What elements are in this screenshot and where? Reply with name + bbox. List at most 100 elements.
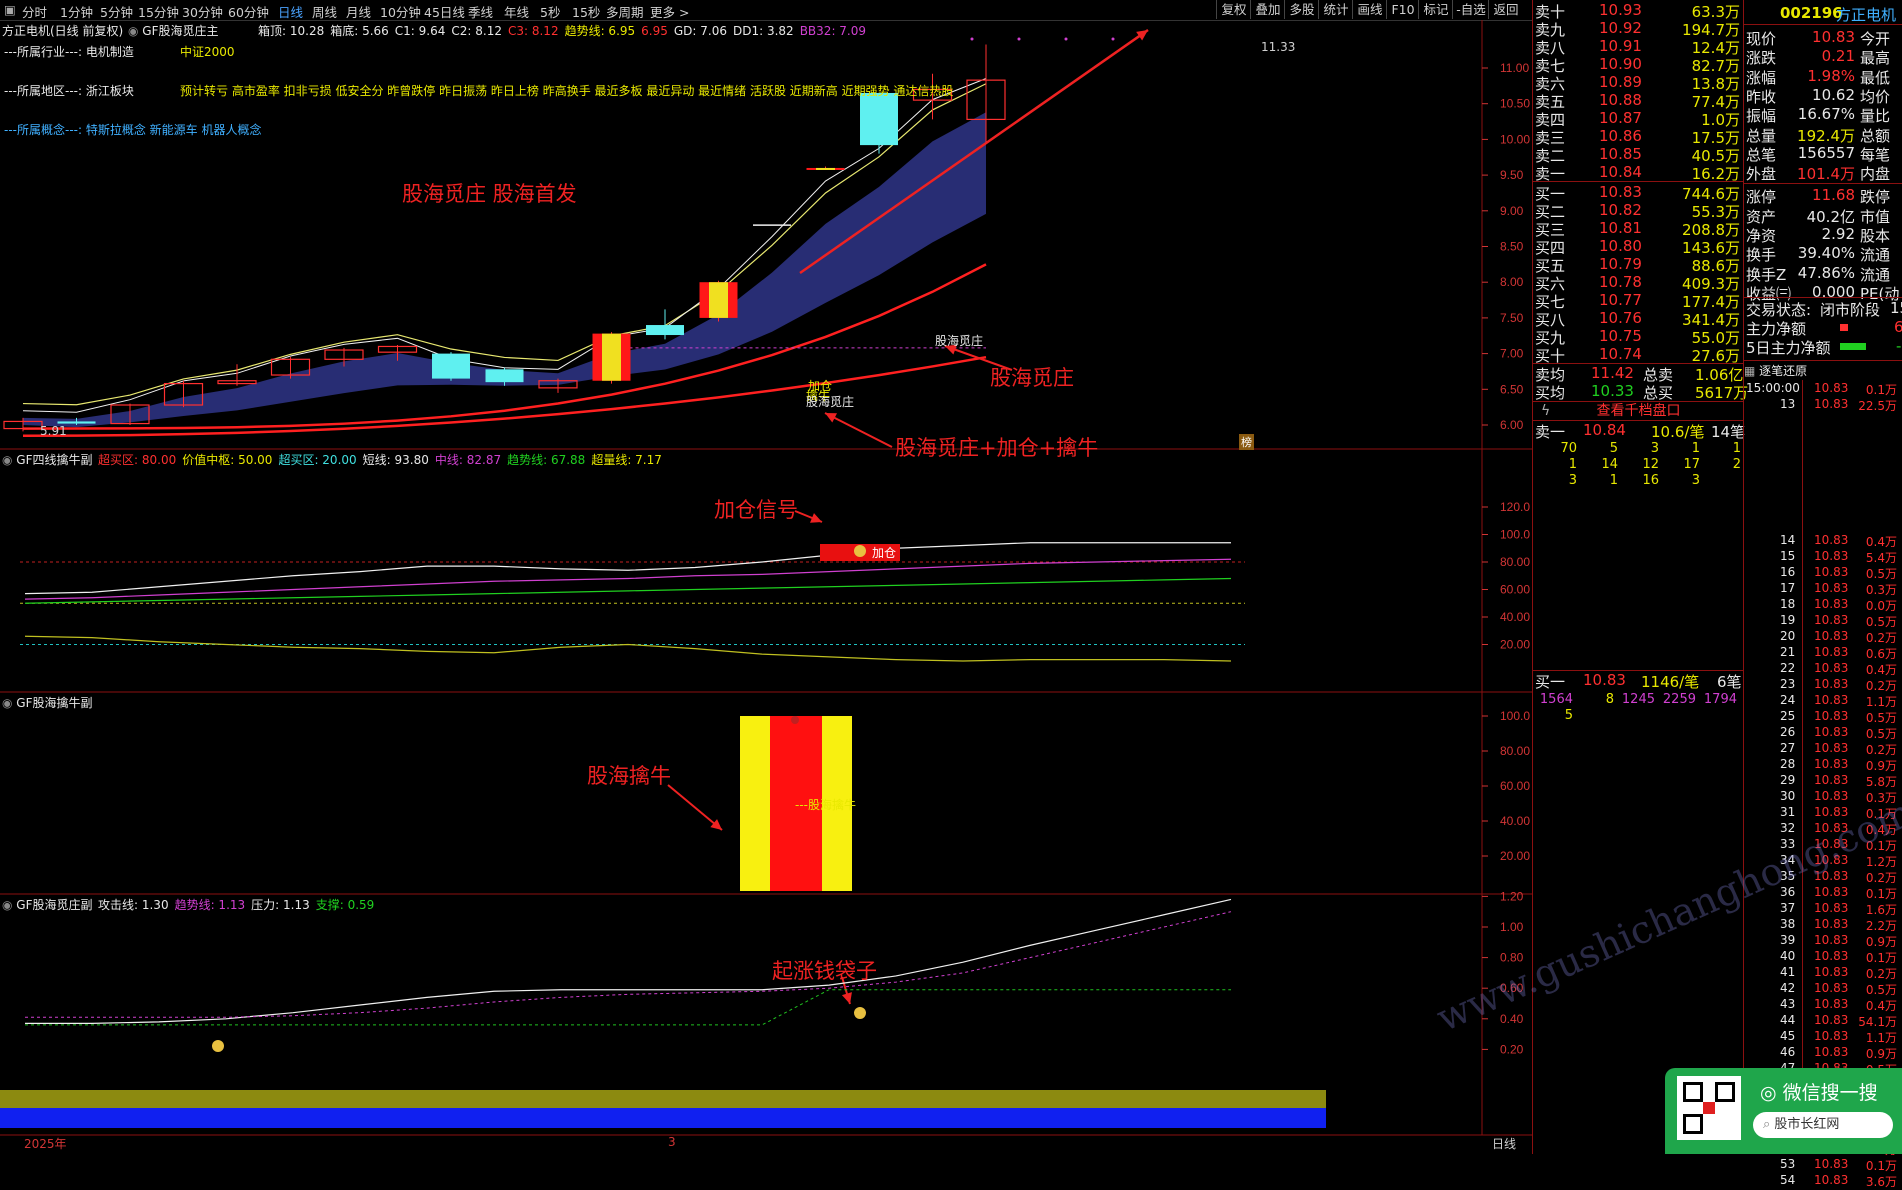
indicator-value-3: 支撑: 0.59 xyxy=(315,898,375,912)
period-tab-10[interactable]: 45日线 xyxy=(424,2,465,21)
toolbar-button-5[interactable]: F10 xyxy=(1386,0,1419,19)
stock-code: 002196 xyxy=(1780,4,1843,22)
row-price: 10.88 xyxy=(1599,91,1642,109)
toolbar-button-1[interactable]: 叠加 xyxy=(1250,0,1285,19)
tick-time: 22 xyxy=(1780,661,1796,675)
period-tab-12[interactable]: 年线 xyxy=(504,2,529,21)
period-tab-5[interactable]: 60分钟 xyxy=(228,2,269,21)
app-menu-icon[interactable]: ▣ xyxy=(4,2,16,17)
bid-row[interactable]: 买六 10.78 409.3万 xyxy=(1533,273,1744,293)
tick-time: 31 xyxy=(1780,805,1796,819)
bid-row[interactable]: 买八 10.76 341.4万 xyxy=(1533,309,1744,329)
promo-banner[interactable]: ◎ 微信搜一搜 ⌕ 股市长红网 xyxy=(1665,1068,1902,1154)
tick-price: 10.83 xyxy=(1814,597,1849,611)
tick-row: 53 10.83 0.1万 xyxy=(1744,1157,1902,1173)
info-label-2: 股本 xyxy=(1860,227,1891,245)
buy1-queue-cell: 5 xyxy=(1564,708,1573,723)
ask-row[interactable]: 卖十 10.93 63.3万 xyxy=(1533,1,1744,21)
tick-header[interactable]: ▦ 逐笔还原 xyxy=(1744,362,1902,379)
period-tab-13[interactable]: 5秒 xyxy=(540,2,560,21)
period-tab-9[interactable]: 10分钟 xyxy=(380,2,421,21)
period-tab-11[interactable]: 季线 xyxy=(468,2,493,21)
toolbar-button-4[interactable]: 画线 xyxy=(1352,0,1387,19)
tick-time: 37 xyxy=(1780,901,1796,915)
period-tab-6[interactable]: 日线 xyxy=(278,2,303,21)
toolbar-button-2[interactable]: 多股 xyxy=(1284,0,1319,19)
period-tab-2[interactable]: 5分钟 xyxy=(100,2,133,21)
pane2-tag: 加仓 xyxy=(872,546,897,560)
period-tab[interactable]: 日线 xyxy=(1492,1135,1516,1152)
tick-volume: 0.6万 xyxy=(1865,647,1897,661)
bid-row[interactable]: 买七 10.77 177.4万 xyxy=(1533,291,1744,311)
stock-name: 方正电机 xyxy=(1836,6,1897,24)
row-price: 10.90 xyxy=(1599,55,1642,73)
indicator-value-2: 压力: 1.13 xyxy=(251,898,310,912)
ask-row[interactable]: 卖一 10.84 16.2万 xyxy=(1533,163,1744,183)
tick-time: 42 xyxy=(1780,981,1796,995)
period-tab-15[interactable]: 多周期 xyxy=(606,2,644,21)
tick-row: 20 10.83 0.2万 xyxy=(1744,629,1902,645)
top-marker-dot xyxy=(1017,37,1021,41)
period-tab-0[interactable]: 分时 xyxy=(22,2,47,21)
toolbar-button-0[interactable]: 复权 xyxy=(1216,0,1251,19)
bid-row[interactable]: 买九 10.75 55.0万 xyxy=(1533,327,1744,347)
promo-name-box[interactable]: ⌕ 股市长红网 xyxy=(1753,1112,1893,1138)
bid-row[interactable]: 买四 10.80 143.6万 xyxy=(1533,237,1744,257)
attack-line xyxy=(25,898,1232,1024)
pane3-tick-label: 60.00 xyxy=(1500,779,1530,793)
ask-row[interactable]: 卖九 10.92 194.7万 xyxy=(1533,19,1744,39)
toolbar-button-8[interactable]: 返回 xyxy=(1488,0,1523,19)
info-label-2: 流通 xyxy=(1860,246,1891,265)
period-tab-14[interactable]: 15秒 xyxy=(572,2,600,21)
ask-row[interactable]: 卖八 10.91 12.4万 xyxy=(1533,37,1744,57)
tick-time: 38 xyxy=(1780,917,1796,931)
indicator-value-2: C1: 9.64 xyxy=(394,24,446,38)
tick-price: 10.83 xyxy=(1814,1045,1849,1059)
ask-row[interactable]: 卖三 10.86 17.5万 xyxy=(1533,127,1744,147)
pane2-short-line xyxy=(24,542,1231,595)
period-tab-8[interactable]: 月线 xyxy=(346,2,371,21)
period-tab-4[interactable]: 30分钟 xyxy=(182,2,223,21)
buy1-queue-cell: 1794 xyxy=(1703,692,1737,707)
ask-row[interactable]: 卖二 10.85 40.5万 xyxy=(1533,145,1744,165)
bid-row[interactable]: 买一 10.83 744.6万 xyxy=(1533,183,1744,203)
buy1-label: 买一 xyxy=(1535,673,1566,691)
toolbar-button-3[interactable]: 统计 xyxy=(1318,0,1353,19)
bid-row[interactable]: 买十 10.74 27.6万 xyxy=(1533,345,1744,365)
row-price: 10.89 xyxy=(1599,73,1642,91)
bid-row[interactable]: 买二 10.82 55.3万 xyxy=(1533,201,1744,221)
ask-row[interactable]: 卖六 10.89 13.8万 xyxy=(1533,73,1744,93)
tick-price: 10.83 xyxy=(1814,565,1849,579)
bid-row[interactable]: 买五 10.79 88.6万 xyxy=(1533,255,1744,275)
toolbar-button-6[interactable]: 标记 xyxy=(1418,0,1453,19)
y-tick-label: 9.50 xyxy=(1500,168,1524,182)
tick-row: 26 10.83 0.5万 xyxy=(1744,725,1902,741)
y-tick-label: 9.00 xyxy=(1500,204,1524,218)
tick-price: 10.83 xyxy=(1814,381,1849,395)
bang-badge[interactable]: 榜 xyxy=(1239,434,1254,450)
tick-price: 10.83 xyxy=(1814,645,1849,659)
tick-row: 23 10.83 0.2万 xyxy=(1744,677,1902,693)
period-tab-1[interactable]: 1分钟 xyxy=(60,2,93,21)
sell1-queue-cell: 3 xyxy=(1691,473,1700,488)
period-tab-16[interactable]: 更多 > xyxy=(650,2,689,21)
ask-row[interactable]: 卖四 10.87 1.0万 xyxy=(1533,109,1744,129)
period-tab-7[interactable]: 周线 xyxy=(312,2,337,21)
tick-price: 10.83 xyxy=(1814,693,1849,707)
bid-row[interactable]: 买三 10.81 208.8万 xyxy=(1533,219,1744,239)
toolbar-button-7[interactable]: -自选 xyxy=(1452,0,1489,19)
row-price: 10.82 xyxy=(1599,201,1642,219)
info-value: 40.2亿 xyxy=(1806,207,1855,226)
tick-price: 10.83 xyxy=(1814,757,1849,771)
ask-row[interactable]: 卖五 10.88 77.4万 xyxy=(1533,91,1744,111)
tick-time: 29 xyxy=(1780,773,1796,787)
view-thousand-button[interactable]: ϟ 查看千档盘口 xyxy=(1533,401,1744,421)
info-label-2: 今开 xyxy=(1860,30,1891,48)
info-label: 涨停 xyxy=(1746,188,1777,207)
bottom-volume-bar-blue xyxy=(0,1108,1326,1128)
tick-row: 38 10.83 2.2万 xyxy=(1744,917,1902,933)
period-tab-3[interactable]: 15分钟 xyxy=(138,2,179,21)
pane2-tick-label: 80.00 xyxy=(1500,555,1530,569)
tick-volume: 0.9万 xyxy=(1865,1047,1897,1061)
ask-row[interactable]: 卖七 10.90 82.7万 xyxy=(1533,55,1744,75)
